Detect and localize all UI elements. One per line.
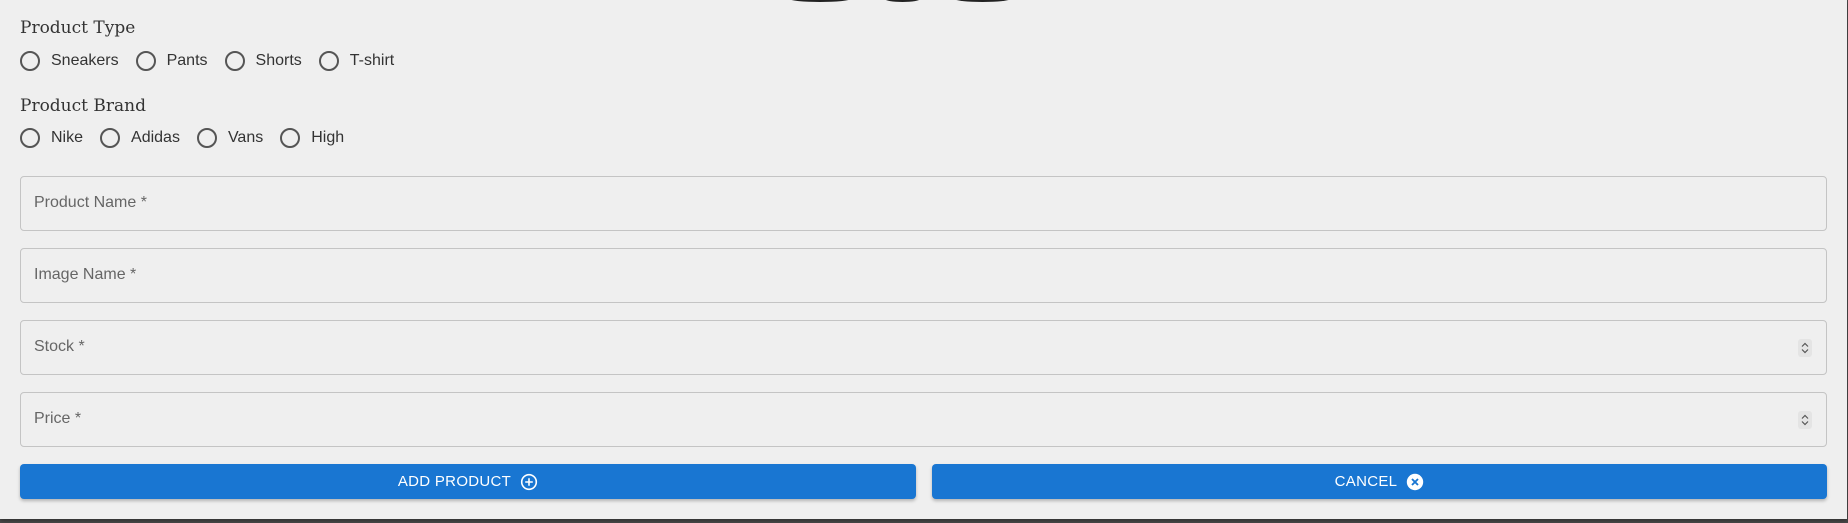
radio-label: Vans bbox=[227, 129, 264, 146]
radio-label: Nike bbox=[51, 129, 84, 146]
radio-vans[interactable]: Vans bbox=[196, 128, 264, 148]
radio-label: Adidas bbox=[131, 129, 180, 146]
image-name-field[interactable]: Image Name * bbox=[20, 248, 1827, 303]
radio-circle-icon[interactable] bbox=[20, 128, 40, 148]
product-type-radio-group: Sneakers Pants Shorts T-shirt bbox=[20, 49, 411, 73]
radio-adidas[interactable]: Adidas bbox=[100, 128, 180, 148]
background-decoration bbox=[790, 0, 1050, 2]
stock-field[interactable]: Stock * bbox=[20, 320, 1827, 375]
radio-high[interactable]: High bbox=[280, 128, 344, 148]
radio-label: T-shirt bbox=[349, 52, 395, 69]
cancel-button[interactable]: CANCEL bbox=[932, 464, 1827, 499]
radio-label: High bbox=[311, 129, 345, 146]
stock-spinner-icon[interactable] bbox=[1798, 339, 1812, 357]
radio-circle-icon[interactable] bbox=[20, 51, 40, 71]
product-name-field[interactable]: Product Name * bbox=[20, 176, 1827, 231]
radio-label: Shorts bbox=[255, 52, 302, 69]
radio-circle-icon[interactable] bbox=[135, 51, 156, 71]
radio-circle-icon[interactable] bbox=[224, 51, 245, 71]
cancel-circle-icon bbox=[1406, 473, 1424, 491]
product-type-label: Product Type bbox=[20, 18, 136, 38]
radio-sneakers[interactable]: Sneakers bbox=[20, 51, 119, 71]
product-name-label: Product Name * bbox=[34, 194, 147, 211]
price-spinner-icon[interactable] bbox=[1798, 411, 1812, 429]
add-product-label: ADD PRODUCT bbox=[397, 473, 512, 490]
radio-circle-icon[interactable] bbox=[280, 128, 301, 148]
radio-pants[interactable]: Pants bbox=[135, 51, 208, 71]
add-product-button[interactable]: ADD PRODUCT bbox=[20, 464, 916, 499]
radio-label: Pants bbox=[166, 52, 208, 69]
radio-nike[interactable]: Nike bbox=[20, 128, 83, 148]
radio-circle-icon[interactable] bbox=[196, 128, 217, 148]
stock-label: Stock * bbox=[34, 338, 85, 355]
radio-circle-icon[interactable] bbox=[100, 128, 121, 148]
product-brand-label: Product Brand bbox=[20, 96, 146, 116]
image-name-label: Image Name * bbox=[34, 266, 137, 283]
add-circle-icon bbox=[520, 473, 538, 491]
radio-label: Sneakers bbox=[51, 52, 119, 69]
product-brand-radio-group: Nike Adidas Vans High bbox=[20, 126, 361, 150]
radio-shorts[interactable]: Shorts bbox=[224, 51, 302, 71]
add-product-form: Product Type Sneakers Pants Shorts T-shi… bbox=[0, 0, 1847, 519]
price-label: Price * bbox=[34, 410, 82, 427]
cancel-label: CANCEL bbox=[1334, 473, 1398, 490]
radio-tshirt[interactable]: T-shirt bbox=[318, 51, 395, 71]
radio-circle-icon[interactable] bbox=[318, 51, 339, 71]
price-field[interactable]: Price * bbox=[20, 392, 1827, 447]
